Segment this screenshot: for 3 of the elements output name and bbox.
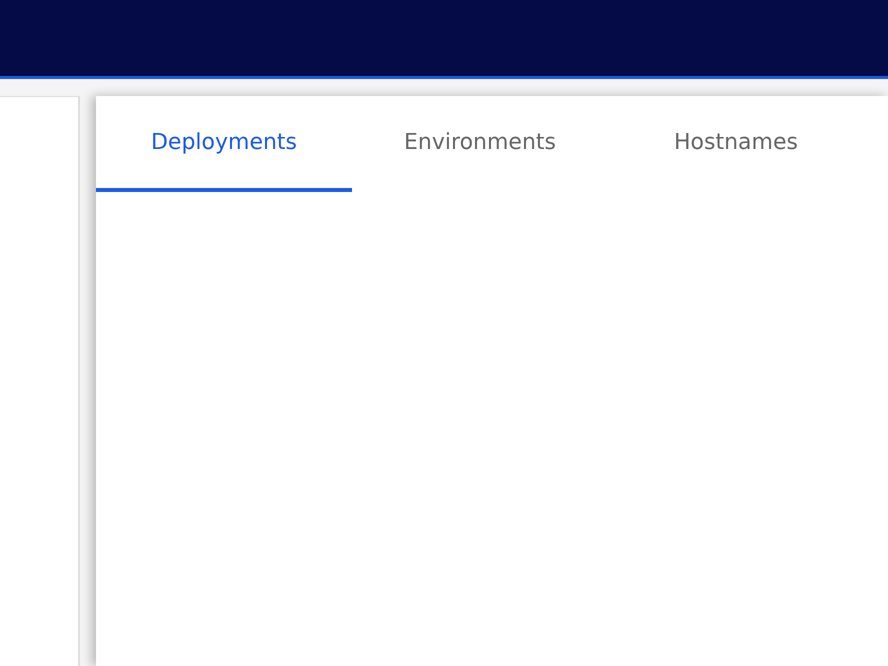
tab[interactable]: Hostnames: [608, 96, 864, 192]
tab[interactable]: Deployments: [96, 96, 352, 192]
tab[interactable]: Environments: [352, 96, 608, 192]
